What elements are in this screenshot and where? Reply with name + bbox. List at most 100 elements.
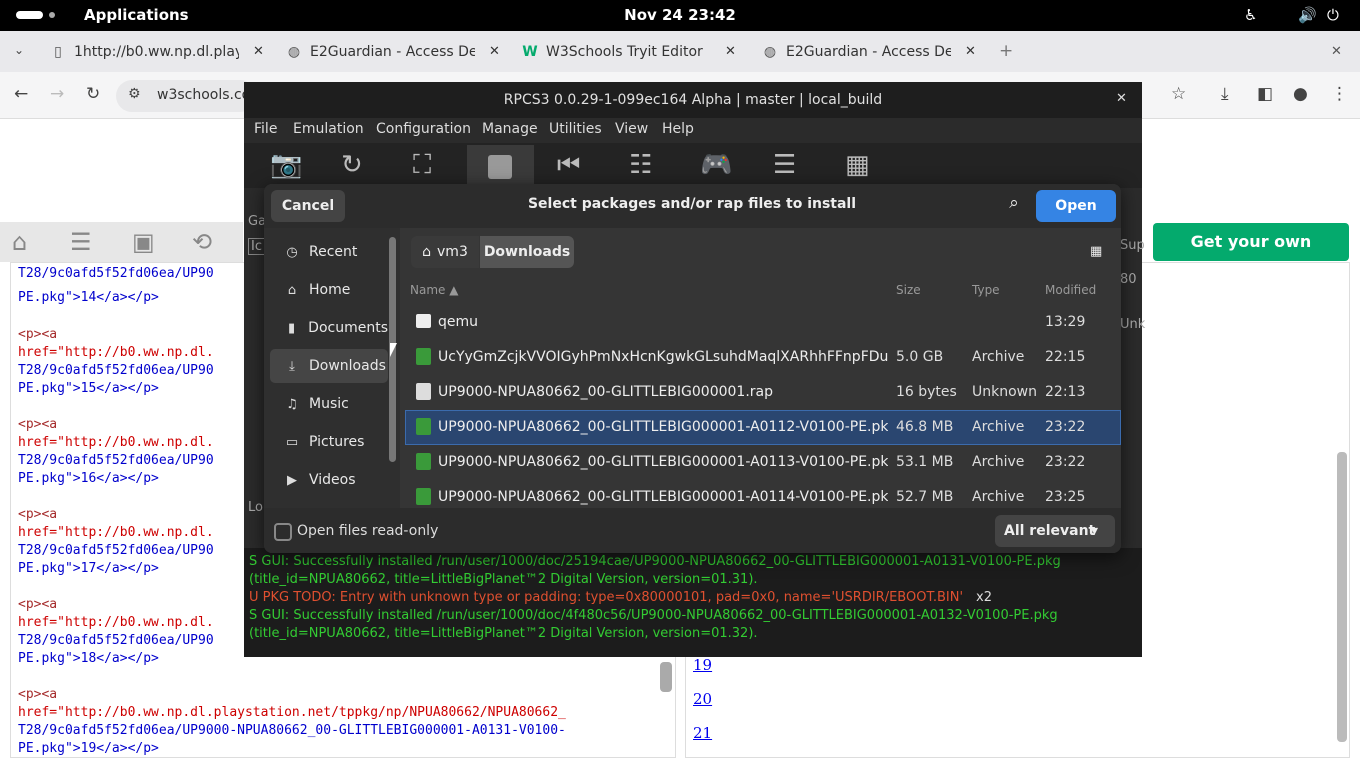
file-size: 46.8 MB (896, 419, 954, 435)
url-text[interactable]: w3schools.co (157, 87, 250, 103)
code-scrollbar[interactable] (660, 662, 672, 692)
tab-close-icon[interactable]: ✕ (725, 44, 736, 59)
gamepad-icon[interactable]: 🎮 (700, 150, 732, 180)
sidebar-icon[interactable]: ◧ (1257, 84, 1273, 104)
archive-icon (416, 488, 431, 505)
forward-icon[interactable]: → (50, 84, 64, 104)
tab-close-icon[interactable]: ✕ (253, 44, 264, 59)
file-modified: 13:29 (1045, 314, 1086, 330)
result-scrollbar[interactable] (1337, 452, 1347, 742)
accessibility-icon[interactable]: ♿ (1244, 6, 1257, 24)
sidebar-item-label: Documents (308, 320, 388, 336)
breadcrumb-current[interactable]: Downloads (480, 236, 574, 268)
get-your-own-website-button[interactable]: Get your own website (1153, 223, 1349, 289)
sidebar-item-recent[interactable]: ◷ Recent (270, 235, 388, 269)
sidebar-item-home[interactable]: ⌂ Home (270, 273, 388, 307)
new-tab-icon[interactable]: + (999, 41, 1013, 61)
menu-view[interactable]: View (615, 121, 648, 137)
menu-icon[interactable]: ⋮ (1331, 84, 1348, 104)
sidebar-item-videos[interactable]: ▶ Videos (270, 463, 388, 497)
supported-column-header: Sup (1120, 238, 1145, 253)
column-name[interactable]: Name ▲ (410, 283, 458, 297)
file-size: 5.0 GB (896, 349, 944, 365)
column-modified[interactable]: Modified (1045, 283, 1096, 297)
grid-view-icon[interactable]: ▦ (1090, 244, 1102, 259)
file-type: Archive (972, 489, 1025, 505)
tab-4[interactable]: ◍ E2Guardian - Access Denied ✕ (762, 31, 976, 72)
result-link[interactable]: 19 (693, 656, 712, 674)
window-close-icon[interactable]: ✕ (1331, 44, 1342, 59)
code-line: <p><a (18, 597, 58, 612)
code-line: PE.pkg">18</a></p> (18, 651, 159, 666)
code-line: PE.pkg">15</a></p> (18, 381, 159, 396)
sidebar-item-music[interactable]: ♫ Music (270, 387, 388, 421)
reload-icon[interactable]: ↻ (86, 84, 100, 104)
tab-1[interactable]: ▯ 1http://b0.ww.np.dl.playstation ✕ (50, 31, 264, 72)
refresh-icon[interactable]: ↻ (341, 150, 363, 180)
mouse-cursor-icon (390, 343, 404, 357)
config-icon[interactable]: ☷ (629, 150, 652, 180)
back-icon[interactable]: ← (14, 84, 28, 104)
clock[interactable]: Nov 24 23:42 (600, 6, 760, 24)
column-type[interactable]: Type (972, 283, 1000, 297)
open-button[interactable]: Open (1036, 190, 1116, 222)
menu-configuration[interactable]: Configuration (376, 121, 471, 137)
tab-2[interactable]: ◍ E2Guardian - Access Denied ✕ (286, 31, 500, 72)
download-icon[interactable]: ⤓ (1221, 84, 1229, 104)
sidebar-item-pictures[interactable]: ▭ Pictures (270, 425, 388, 459)
search-icon[interactable]: ⌕ (1000, 193, 1028, 219)
code-line: PE.pkg">17</a></p> (18, 561, 159, 576)
menu-manage[interactable]: Manage (482, 121, 538, 137)
bookmark-icon[interactable]: ☆ (1171, 84, 1186, 104)
sidebar-item-documents[interactable]: ▮ Documents (270, 311, 388, 345)
file-name: UP9000-NPUA80662_00-GLITTLEBIG000001-A01… (438, 454, 888, 470)
breadcrumb-home-label: vm3 (437, 244, 468, 260)
log-line: (title_id=NPUA80662, title=LittleBigPlan… (249, 572, 758, 587)
edge-number: 80 (1120, 272, 1137, 287)
read-only-label[interactable]: Open files read-only (297, 523, 438, 539)
menu-file[interactable]: File (254, 121, 277, 137)
menu-lines-icon[interactable]: ☰ (70, 228, 92, 256)
sidebar-item-label: Music (309, 396, 349, 412)
breadcrumb-home[interactable]: ⌂ vm3 (411, 236, 479, 268)
workspace-indicator[interactable] (16, 11, 43, 19)
power-icon[interactable]: ⏻ (1327, 6, 1339, 24)
code-line: T28/9c0afd5f52fd06ea/UP90 (18, 453, 214, 468)
rotate-icon[interactable]: ⟲ (192, 228, 212, 256)
result-link[interactable]: 20 (693, 690, 712, 708)
volume-icon[interactable]: 🔊 (1298, 6, 1317, 24)
result-link[interactable]: 21 (693, 724, 712, 742)
applications-menu[interactable]: Applications (84, 6, 189, 24)
column-label: Name (410, 283, 446, 297)
stop-icon (488, 155, 512, 179)
home-icon: ⌂ (287, 282, 297, 298)
cancel-button[interactable]: Cancel (271, 190, 345, 222)
tab-close-icon[interactable]: ✕ (489, 44, 500, 59)
column-size[interactable]: Size (896, 283, 921, 297)
tab-title: E2Guardian - Access Denied (786, 43, 951, 60)
tab-close-icon[interactable]: ✕ (965, 44, 976, 59)
menu-emulation[interactable]: Emulation (293, 121, 364, 137)
restart-icon[interactable]: ⏮ (557, 150, 580, 181)
workspace-dot[interactable] (49, 12, 55, 18)
tab-list-chevron-icon[interactable]: ⌄ (14, 43, 24, 57)
clock-icon: ◷ (286, 244, 298, 260)
fullscreen-icon[interactable]: ⛶ (413, 150, 431, 181)
site-info-icon[interactable]: ⚙ (128, 86, 141, 102)
camera-icon[interactable]: 📷 (270, 150, 302, 180)
read-only-checkbox[interactable] (274, 523, 292, 541)
menu-utilities[interactable]: Utilities (549, 121, 602, 137)
list-view-icon[interactable]: ☰ (773, 150, 796, 180)
folder-icon (416, 314, 431, 328)
file-filter-dropdown[interactable]: All relevant ▾ (995, 515, 1115, 547)
home-icon[interactable]: ⌂ (12, 228, 27, 256)
grid-view-icon[interactable]: ▦ (845, 150, 870, 180)
log-line: (title_id=NPUA80662, title=LittleBigPlan… (249, 626, 758, 641)
tab-3[interactable]: W W3Schools Tryit Editor ✕ (522, 31, 736, 72)
close-icon[interactable]: ✕ (1116, 91, 1127, 106)
file-name: UcYyGmZcjkVVOIGyhPmNxHcnKgwkGLsuhdMaqlXA… (438, 349, 888, 365)
save-icon[interactable]: ▣ (132, 228, 155, 256)
sidebar-item-downloads[interactable]: ⤓ Downloads (270, 349, 388, 383)
menu-help[interactable]: Help (662, 121, 694, 137)
profile-icon[interactable]: ● (1293, 84, 1308, 104)
